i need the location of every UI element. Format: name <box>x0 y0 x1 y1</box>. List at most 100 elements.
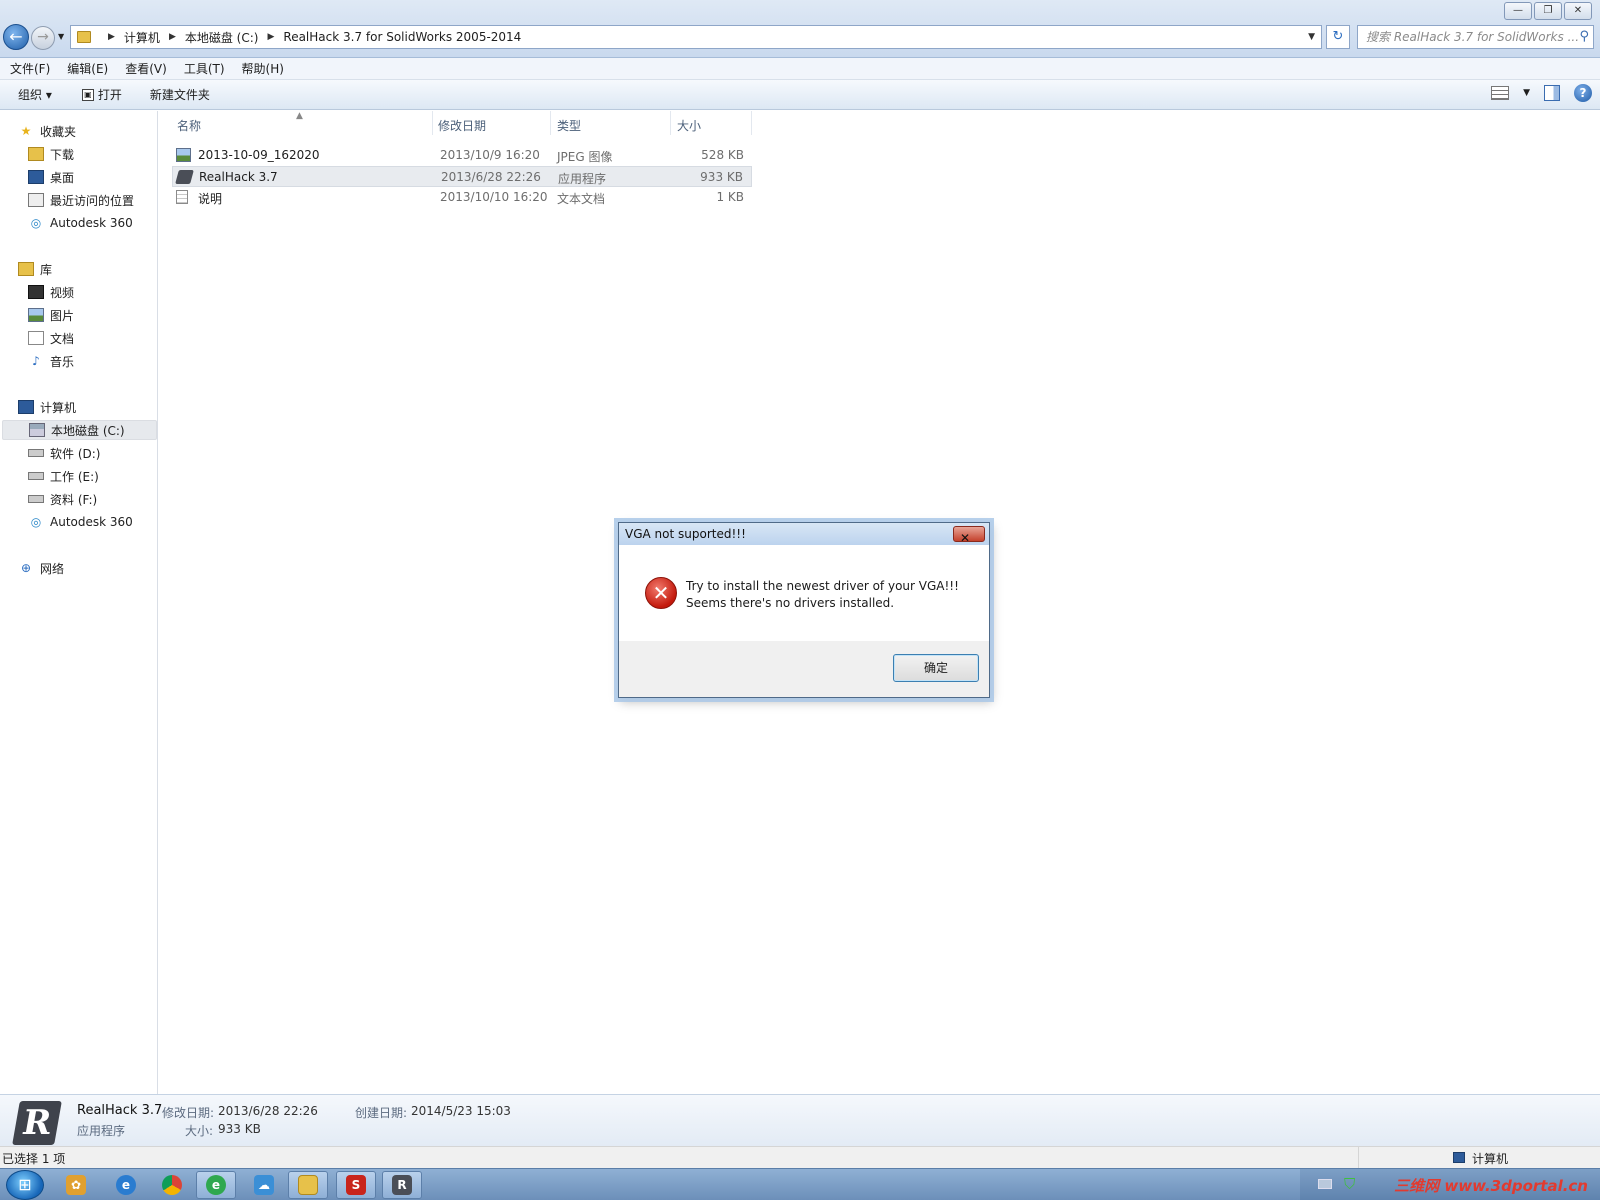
column-header-size[interactable]: 大小 <box>677 117 701 134</box>
search-icon[interactable]: ⚲ <box>1579 26 1589 48</box>
arrow-left-icon: ← <box>9 27 23 46</box>
search-input[interactable]: 搜索 RealHack 3.7 for SolidWorks ... ⚲ <box>1357 25 1594 49</box>
keyboard-icon[interactable] <box>1318 1179 1332 1189</box>
back-button[interactable]: ← <box>3 24 29 50</box>
taskbar-chrome[interactable] <box>152 1171 192 1199</box>
taskbar-green-app[interactable]: e <box>196 1171 236 1199</box>
start-button[interactable]: ⊞ <box>6 1170 44 1200</box>
system-tray: ⛉ 三维网 www.3dportal.cn <box>1300 1169 1600 1200</box>
nav-label: 资料 (F:) <box>50 492 98 507</box>
file-name: RealHack 3.7 <box>199 170 278 184</box>
green-browser-icon: e <box>206 1175 226 1195</box>
nav-item-downloads[interactable]: 下载 <box>28 144 74 164</box>
taskbar-app[interactable]: ✿ <box>56 1171 96 1199</box>
column-divider[interactable] <box>432 111 433 135</box>
chevron-right-icon[interactable]: ▶ <box>169 32 176 42</box>
column-divider[interactable] <box>751 111 752 135</box>
new-folder-label: 新建文件夹 <box>149 88 210 102</box>
image-icon <box>176 148 191 162</box>
security-shield-icon[interactable]: ⛉ <box>1344 1175 1355 1193</box>
new-folder-button[interactable]: 新建文件夹 <box>150 86 210 103</box>
refresh-button[interactable]: ↻ <box>1326 25 1350 49</box>
taskbar-cloud[interactable]: ☁ <box>244 1171 284 1199</box>
open-label: 打开 <box>97 88 122 102</box>
status-location: 计算机 <box>1472 1152 1509 1166</box>
nav-label: 网络 <box>40 561 65 576</box>
nav-item-autodesk-360-favorites[interactable]: ◎ Autodesk 360 <box>28 213 133 233</box>
column-header-date[interactable]: 修改日期 <box>438 117 486 134</box>
window-controls: — ❐ ✕ <box>1504 2 1592 20</box>
folder-icon <box>298 1175 318 1195</box>
nav-item-recent-places[interactable]: 最近访问的位置 <box>28 190 134 210</box>
nav-label: 收藏夹 <box>40 124 77 139</box>
column-divider[interactable] <box>670 111 671 135</box>
autodesk-360-icon: ◎ <box>30 216 42 230</box>
view-dropdown-icon[interactable]: ▼ <box>1523 88 1530 98</box>
file-type: 应用程序 <box>558 172 607 186</box>
breadcrumb-drive-c[interactable]: 本地磁盘 (C:) <box>185 29 259 46</box>
address-bar[interactable]: ▶ 计算机 ▶ 本地磁盘 (C:) ▶ RealHack 3.7 for Sol… <box>70 25 1322 49</box>
menu-tools[interactable]: 工具(T) <box>184 60 225 77</box>
nav-item-videos[interactable]: 视频 <box>28 282 74 302</box>
file-date: 2013/10/9 16:20 <box>440 148 540 162</box>
nav-label: 下载 <box>50 147 75 162</box>
file-name: 说明 <box>198 192 223 206</box>
taskbar-ie[interactable]: e <box>106 1171 146 1199</box>
nav-item-drive-f[interactable]: 资料 (F:) <box>28 489 97 509</box>
menu-edit[interactable]: 编辑(E) <box>67 60 108 77</box>
nav-item-desktop[interactable]: 桌面 <box>28 167 74 187</box>
column-divider[interactable] <box>550 111 551 135</box>
dialog-title-bar[interactable]: VGA not suported!!! ✕ <box>619 523 989 545</box>
error-icon: ✕ <box>645 577 677 609</box>
view-options-icon[interactable] <box>1491 86 1510 100</box>
details-file-type: 应用程序 <box>77 1124 126 1138</box>
file-row[interactable]: 2013-10-09_162020 2013/10/9 16:20 JPEG 图… <box>172 145 752 166</box>
taskbar-realhack[interactable]: R <box>382 1171 422 1199</box>
chevron-down-icon[interactable]: ▼ <box>1308 32 1315 42</box>
column-header-name[interactable]: 名称 <box>177 117 201 134</box>
nav-favorites[interactable]: ★ 收藏夹 <box>18 121 76 141</box>
nav-item-drive-c[interactable]: 本地磁盘 (C:) <box>2 420 157 440</box>
column-header-type[interactable]: 类型 <box>557 117 581 134</box>
recent-pages-dropdown[interactable]: ▼ <box>58 32 64 41</box>
breadcrumb-current-folder[interactable]: RealHack 3.7 for SolidWorks 2005-2014 <box>283 30 521 44</box>
open-button[interactable]: ▣ 打开 <box>81 86 122 103</box>
nav-item-pictures[interactable]: 图片 <box>28 305 74 325</box>
close-window-button[interactable]: ✕ <box>1564 2 1592 20</box>
file-row-selected[interactable]: RealHack 3.7 2013/6/28 22:26 应用程序 933 KB <box>172 166 752 187</box>
nav-libraries[interactable]: 库 <box>18 259 52 279</box>
menu-view[interactable]: 查看(V) <box>125 60 167 77</box>
taskbar-solidworks[interactable]: S <box>336 1171 376 1199</box>
nav-network[interactable]: ⊕ 网络 <box>18 558 64 578</box>
nav-item-drive-e[interactable]: 工作 (E:) <box>28 466 99 486</box>
forward-button[interactable]: → <box>31 26 55 50</box>
organize-button[interactable]: 组织 ▾ <box>18 86 52 103</box>
file-row[interactable]: 说明 2013/10/10 16:20 文本文档 1 KB <box>172 187 752 208</box>
dialog-message-line-1: Try to install the newest driver of your… <box>686 579 959 593</box>
status-divider <box>1358 1147 1359 1168</box>
desktop-icon <box>28 170 44 184</box>
nav-item-drive-d[interactable]: 软件 (D:) <box>28 443 100 463</box>
restore-button[interactable]: ❐ <box>1534 2 1562 20</box>
chevron-right-icon[interactable]: ▶ <box>108 32 115 42</box>
nav-label: 桌面 <box>50 170 75 185</box>
dialog-close-button[interactable]: ✕ <box>953 526 985 545</box>
details-modified-value: 2013/6/28 22:26 <box>218 1104 318 1118</box>
minimize-button[interactable]: — <box>1504 2 1532 20</box>
nav-item-documents[interactable]: 文档 <box>28 328 74 348</box>
nav-label: 文档 <box>50 331 75 346</box>
menu-file[interactable]: 文件(F) <box>10 60 50 77</box>
nav-item-autodesk-360-computer[interactable]: ◎ Autodesk 360 <box>28 512 133 532</box>
ok-button[interactable]: 确定 <box>893 654 979 682</box>
taskbar-explorer[interactable] <box>288 1171 328 1199</box>
chevron-right-icon[interactable]: ▶ <box>267 32 274 42</box>
menu-help[interactable]: 帮助(H) <box>242 60 284 77</box>
nav-item-music[interactable]: ♪ 音乐 <box>28 351 74 371</box>
nav-computer[interactable]: 计算机 <box>18 397 76 417</box>
preview-pane-icon[interactable] <box>1544 85 1560 101</box>
nav-label: 视频 <box>50 285 75 300</box>
help-icon[interactable]: ? <box>1574 84 1592 102</box>
selection-count: 已选择 1 项 <box>2 1152 66 1166</box>
organize-label: 组织 ▾ <box>18 88 52 102</box>
breadcrumb-computer[interactable]: 计算机 <box>124 29 160 46</box>
